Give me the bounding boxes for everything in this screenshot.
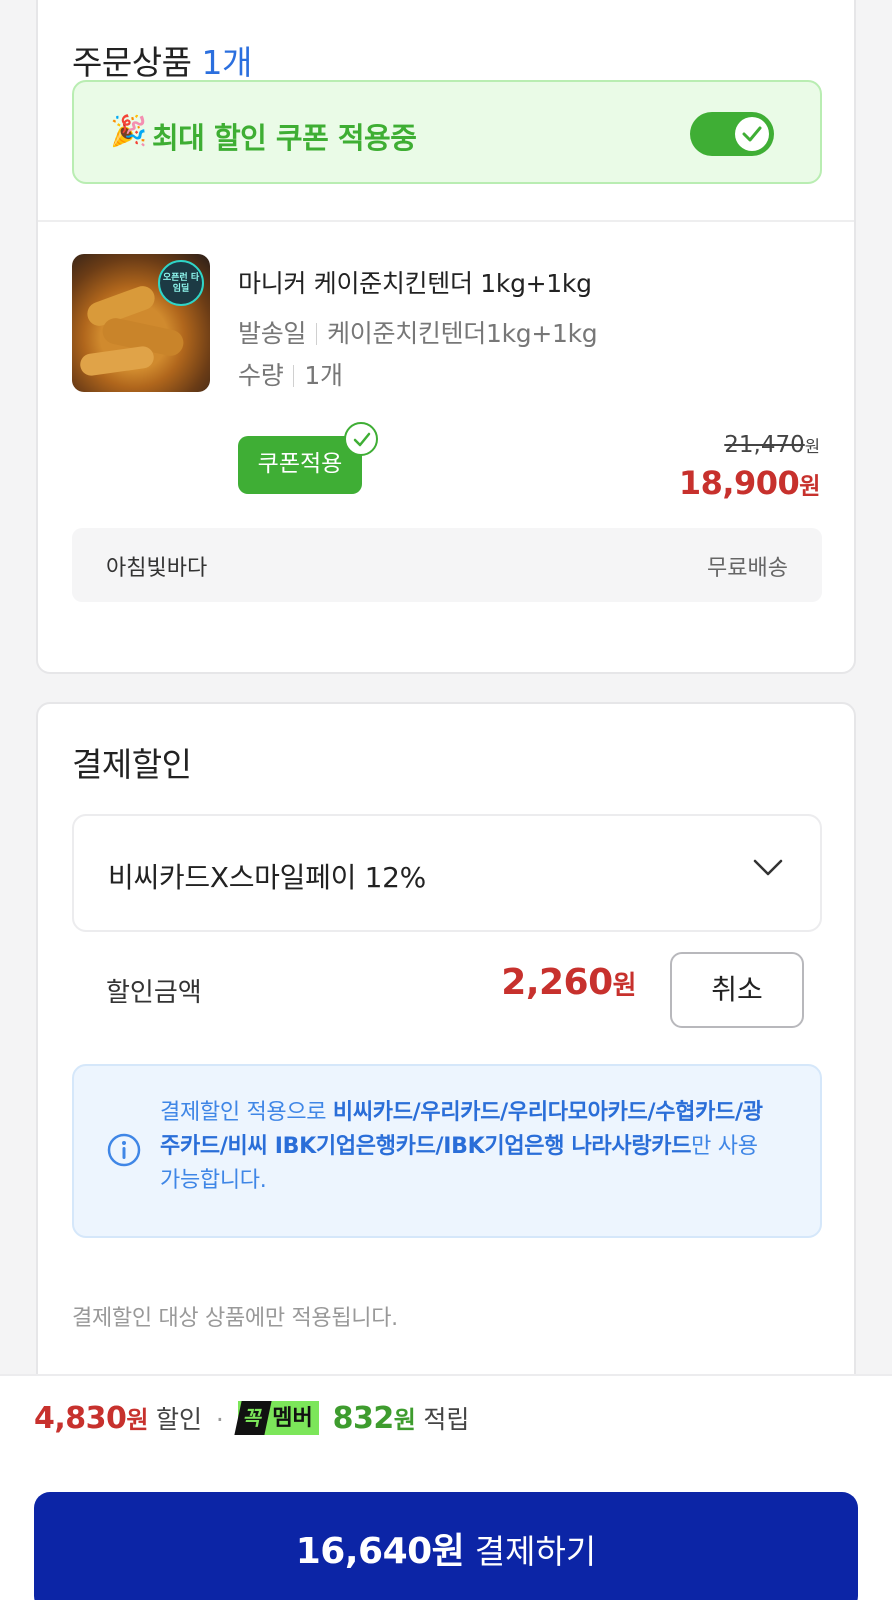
check-circle-icon [344, 422, 378, 456]
payment-discount-title: 결제할인 [72, 745, 192, 784]
discount-footnote: 결제할인 대상 상품에만 적용됩니다. [72, 1306, 398, 1331]
order-items-title: 주문상품 1개 [72, 43, 252, 82]
max-coupon-label: 최대 할인 쿠폰 적용중 [152, 121, 417, 155]
product-name[interactable]: 마니커 케이준치킨텐더 1kg+1kg [238, 264, 592, 300]
discount-amount-label: 할인금액 [106, 978, 202, 1008]
coupon-applied-tag[interactable]: 쿠폰적용 [238, 422, 378, 494]
shipping-info: 무료배송 [707, 556, 788, 581]
seller-name[interactable]: 아침빛바다 [106, 550, 207, 582]
party-popper-icon: 🎉 [110, 114, 148, 149]
total-discount: 4,830원 [34, 1401, 148, 1436]
product-option: 발송일 케이준치킨텐더1kg+1kg [238, 319, 598, 348]
max-coupon-banner: 🎉 최대 할인 쿠폰 적용중 [72, 80, 822, 184]
pay-button[interactable]: 16,640원 결제하기 [34, 1492, 858, 1600]
order-items-card: 주문상품 1개 🎉 최대 할인 쿠폰 적용중 오픈런 타임딜 마니커 케이준치킨… [36, 0, 856, 674]
check-icon [742, 126, 762, 142]
card-restriction-notice: 결제할인 적용으로 비씨카드/우리카드/우리다모아카드/수협카드/광주카드/비씨… [72, 1064, 822, 1238]
chevron-down-icon [753, 859, 783, 876]
order-item-count: 1개 [201, 43, 252, 82]
product-quantity: 수량 1개 [238, 361, 343, 390]
toggle-knob [735, 117, 769, 151]
card-restriction-message: 결제할인 적용으로 비씨카드/우리카드/우리다모아카드/수협카드/광주카드/비씨… [160, 1100, 763, 1193]
kkok-member-badge: 꼭 멤버 [234, 1401, 319, 1435]
info-icon [107, 1133, 141, 1167]
timedeal-badge: 오픈런 타임딜 [158, 260, 204, 306]
cancel-discount-button[interactable]: 취소 [670, 952, 804, 1028]
reward-points: 832원 [332, 1401, 416, 1436]
benefit-summary: 4,830원 할인 · 꼭 멤버 832원 적립 [34, 1401, 470, 1436]
payment-discount-card: 결제할인 비씨카드X스마일페이 12% 할인금액 2,260원 취소 결제할인 … [36, 702, 856, 1402]
seller-shipping-bar: 아침빛바다 무료배송 [72, 528, 822, 602]
checkout-bar: 4,830원 할인 · 꼭 멤버 832원 적립 16,640원 결제하기 [0, 1374, 892, 1600]
sale-price: 18,900원 [678, 464, 821, 502]
product-thumbnail[interactable]: 오픈런 타임딜 [72, 254, 210, 392]
divider [38, 220, 854, 222]
discount-amount: 2,260원 [501, 962, 636, 1003]
selected-discount-method: 비씨카드X스마일페이 12% [108, 861, 426, 894]
original-price: 21,470원 [724, 432, 820, 458]
discount-method-select[interactable]: 비씨카드X스마일페이 12% [72, 814, 822, 932]
coupon-toggle[interactable] [690, 112, 774, 156]
